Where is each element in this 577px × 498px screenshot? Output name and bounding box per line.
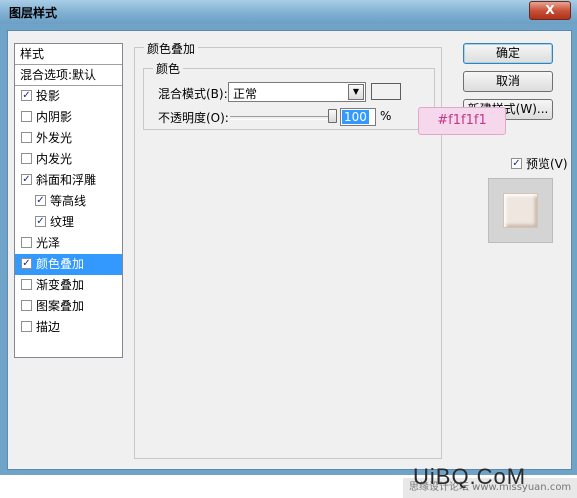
style-item-label: 投影 bbox=[36, 89, 61, 103]
style-item-checkbox[interactable]: ✓ bbox=[21, 258, 32, 269]
style-item-label: 内发光 bbox=[36, 152, 73, 166]
window-title: 图层样式 bbox=[9, 6, 58, 20]
opacity-slider-track[interactable] bbox=[230, 116, 336, 120]
style-item[interactable]: 图案叠加 bbox=[15, 296, 122, 317]
title-bar[interactable]: 图层样式 X bbox=[0, 0, 577, 24]
opacity-input-value: 100 bbox=[342, 110, 369, 124]
ok-button[interactable]: 确定 bbox=[463, 43, 553, 64]
style-item[interactable]: ✓ 等高线 bbox=[15, 191, 122, 212]
style-item-checkbox[interactable] bbox=[21, 111, 32, 122]
style-item-checkbox[interactable] bbox=[21, 153, 32, 164]
blend-options-item[interactable]: 混合选项:默认 bbox=[15, 65, 122, 86]
opacity-label: 不透明度(O): bbox=[158, 111, 229, 125]
style-item-label: 颜色叠加 bbox=[36, 257, 85, 271]
style-preview bbox=[488, 178, 553, 243]
style-item-checkbox[interactable]: ✓ bbox=[35, 195, 46, 206]
blend-mode-select[interactable]: 正常 ▼ bbox=[228, 82, 366, 102]
opacity-input[interactable]: 100 bbox=[340, 108, 376, 126]
style-item-label: 内阴影 bbox=[36, 110, 73, 124]
color-overlay-group-title: 颜色叠加 bbox=[144, 40, 199, 57]
close-button[interactable]: X bbox=[529, 1, 571, 20]
blend-mode-value: 正常 bbox=[233, 87, 258, 101]
style-item-checkbox[interactable]: ✓ bbox=[21, 174, 32, 185]
style-item-checkbox[interactable] bbox=[21, 279, 32, 290]
style-item-checkbox[interactable] bbox=[21, 132, 32, 143]
style-item-label: 纹理 bbox=[50, 215, 75, 229]
style-list: 样式 混合选项:默认 ✓ 投影内阴影外发光内发光 ✓ 斜面和浮雕 ✓ 等高线 ✓ 纹理光泽 ✓ 颜… bbox=[14, 43, 123, 358]
style-item[interactable]: 内阴影 bbox=[15, 107, 122, 128]
style-item-label: 渐变叠加 bbox=[36, 278, 85, 292]
style-item[interactable]: 描边 bbox=[15, 317, 122, 338]
style-item-checkbox[interactable]: ✓ bbox=[35, 216, 46, 227]
opacity-unit: % bbox=[380, 109, 392, 123]
style-item[interactable]: ✓ 投影 bbox=[15, 86, 122, 107]
layer-style-dialog: 图层样式 X 样式 混合选项:默认 ✓ 投影内阴影外发光内发光 ✓ 斜面和浮雕 ✓ 等高线… bbox=[0, 0, 577, 498]
style-item-label: 等高线 bbox=[50, 194, 87, 208]
watermark-logo: UiBQ.CoM bbox=[413, 464, 527, 489]
style-item-checkbox[interactable] bbox=[21, 300, 32, 311]
cancel-button[interactable]: 取消 bbox=[463, 71, 553, 92]
opacity-slider-thumb[interactable] bbox=[328, 109, 337, 123]
color-swatch[interactable] bbox=[371, 83, 401, 100]
style-item-label: 图案叠加 bbox=[36, 299, 85, 313]
color-annotation: #f1f1f1 bbox=[418, 107, 506, 135]
style-item-checkbox[interactable]: ✓ bbox=[21, 90, 32, 101]
style-item[interactable]: ✓ 颜色叠加 bbox=[15, 254, 122, 275]
style-item-label: 外发光 bbox=[36, 131, 73, 145]
style-list-header[interactable]: 样式 bbox=[15, 44, 122, 65]
style-item[interactable]: ✓ 纹理 bbox=[15, 212, 122, 233]
style-item[interactable]: ✓ 斜面和浮雕 bbox=[15, 170, 122, 191]
preview-label: 预览(V) bbox=[526, 157, 568, 171]
chevron-down-icon[interactable]: ▼ bbox=[348, 84, 364, 100]
preview-checkbox[interactable]: ✓ bbox=[511, 158, 522, 169]
style-item[interactable]: 外发光 bbox=[15, 128, 122, 149]
color-subgroup-title: 颜色 bbox=[153, 60, 184, 77]
style-item-label: 斜面和浮雕 bbox=[36, 173, 97, 187]
style-item-checkbox[interactable] bbox=[21, 321, 32, 332]
style-item[interactable]: 光泽 bbox=[15, 233, 122, 254]
style-item-checkbox[interactable] bbox=[21, 237, 32, 248]
dialog-client-area: 样式 混合选项:默认 ✓ 投影内阴影外发光内发光 ✓ 斜面和浮雕 ✓ 等高线 ✓ 纹理光泽 ✓ 颜… bbox=[7, 30, 577, 498]
preview-tile bbox=[503, 193, 538, 228]
blend-mode-label: 混合模式(B): bbox=[158, 87, 228, 101]
style-item[interactable]: 渐变叠加 bbox=[15, 275, 122, 296]
style-item-label: 光泽 bbox=[36, 236, 61, 250]
preview-checkbox-row[interactable]: ✓ 预览(V) bbox=[511, 155, 568, 172]
style-item[interactable]: 内发光 bbox=[15, 149, 122, 170]
style-item-label: 描边 bbox=[36, 320, 61, 334]
